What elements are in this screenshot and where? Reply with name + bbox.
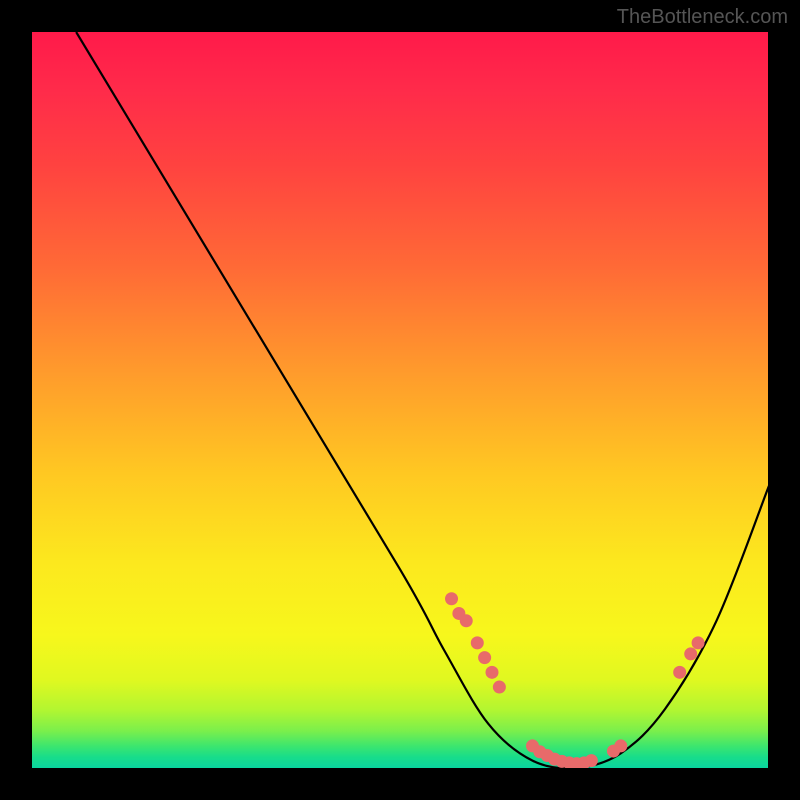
curve-markers <box>445 592 705 768</box>
curve-marker <box>614 739 627 752</box>
bottleneck-curve <box>76 32 768 768</box>
curve-marker <box>471 636 484 649</box>
watermark-text: TheBottleneck.com <box>617 6 788 29</box>
curve-marker <box>684 647 697 660</box>
curve-marker <box>673 666 686 679</box>
curve-marker <box>585 754 598 767</box>
curve-marker <box>692 636 705 649</box>
curve-marker <box>478 651 491 664</box>
curve-marker <box>486 666 499 679</box>
plot-area <box>32 32 768 768</box>
curve-layer <box>32 32 768 768</box>
curve-marker <box>493 681 506 694</box>
curve-marker <box>445 592 458 605</box>
chart-container: TheBottleneck.com <box>0 0 800 800</box>
curve-marker <box>460 614 473 627</box>
